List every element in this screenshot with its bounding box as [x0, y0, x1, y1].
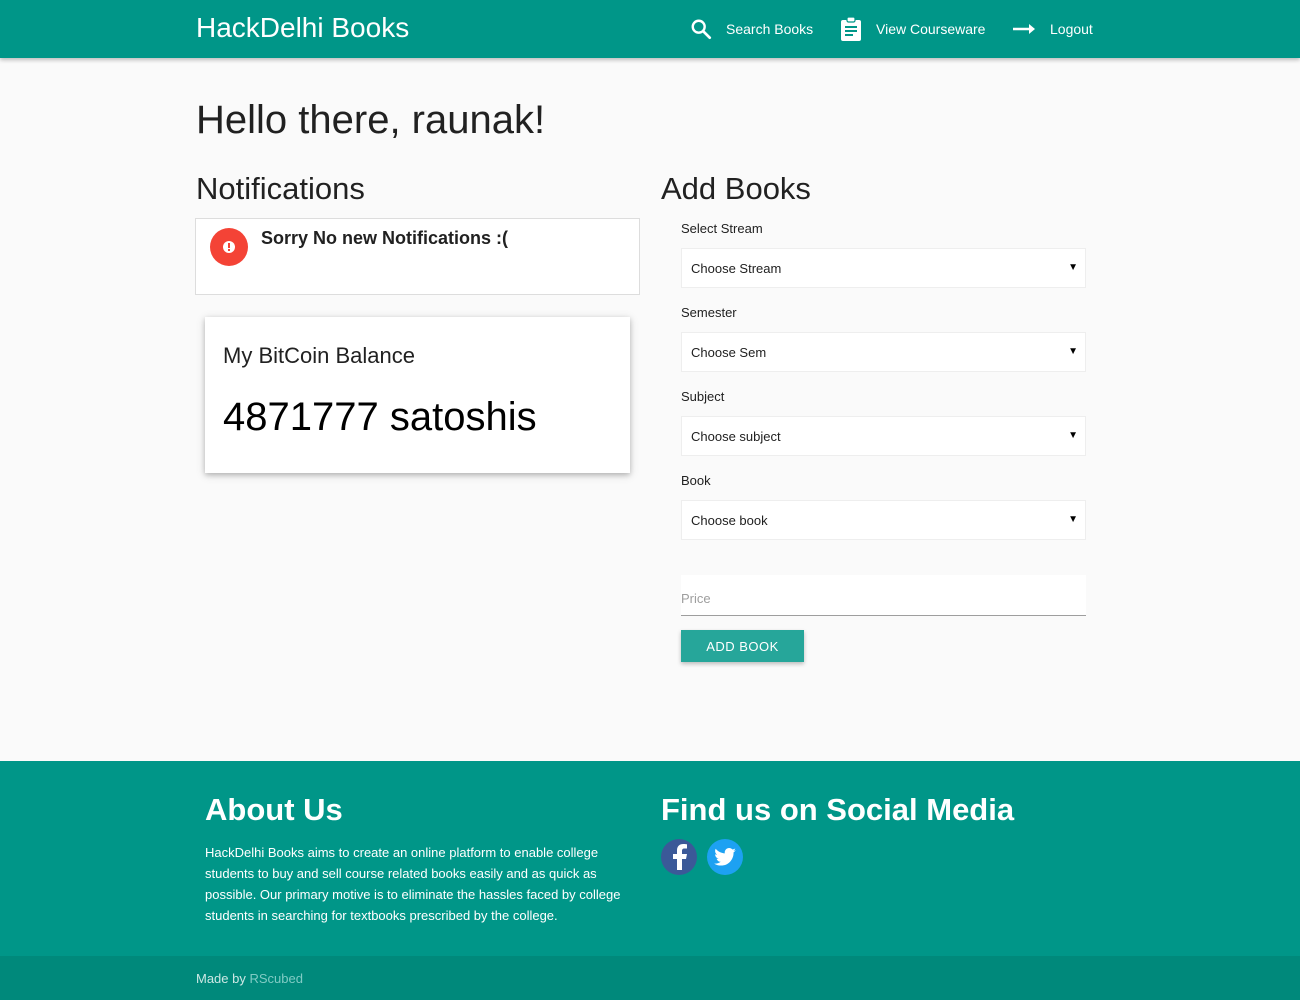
notification-message: Sorry No new Notifications :(	[261, 228, 509, 248]
add-book-button[interactable]: ADD BOOK	[681, 630, 804, 662]
nav-logout[interactable]: Logout	[1012, 0, 1093, 58]
about-text: HackDelhi Books aims to create an online…	[205, 845, 621, 923]
made-by-text: Made by RScubed	[196, 971, 303, 986]
nav-search-books-label: Search Books	[726, 21, 814, 37]
brand-logo[interactable]: HackDelhi Books	[196, 12, 409, 44]
add-books-heading: Add Books	[661, 171, 811, 206]
subject-select[interactable]: Choose subject ▼	[681, 416, 1086, 456]
stream-select[interactable]: Choose Stream ▼	[681, 248, 1086, 288]
book-select-value: Choose book	[691, 512, 768, 528]
book-select[interactable]: Choose book ▼	[681, 500, 1086, 540]
balance-value: 4871777 satoshis	[223, 395, 537, 439]
made-by-prefix: Made by	[196, 971, 246, 986]
nav-search-books[interactable]: Search Books	[690, 0, 813, 58]
stream-select-value: Choose Stream	[691, 260, 782, 276]
stream-label: Select Stream	[681, 221, 763, 236]
greeting-heading: Hello there, raunak!	[196, 98, 546, 142]
search-icon	[690, 18, 712, 40]
twitter-icon[interactable]	[707, 839, 743, 875]
caret-down-icon: ▼	[1068, 514, 1078, 525]
arrow-right-icon	[1012, 22, 1036, 36]
caret-down-icon: ▼	[1068, 346, 1078, 357]
semester-select-value: Choose Sem	[691, 344, 767, 360]
alert-icon	[210, 228, 248, 266]
balance-title: My BitCoin Balance	[223, 343, 415, 368]
semester-select[interactable]: Choose Sem ▼	[681, 332, 1086, 372]
caret-down-icon: ▼	[1068, 430, 1078, 441]
social-heading: Find us on Social Media	[661, 792, 1015, 827]
nav-logout-label: Logout	[1050, 21, 1093, 37]
made-by-link[interactable]: RScubed	[250, 971, 303, 986]
subject-select-value: Choose subject	[691, 428, 781, 444]
about-heading: About Us	[205, 792, 343, 827]
top-navbar: HackDelhi Books Search Books View Course…	[0, 0, 1300, 58]
subject-label: Subject	[681, 389, 725, 404]
book-label: Book	[681, 473, 711, 488]
sub-footer: Made by RScubed	[0, 956, 1300, 1000]
nav-view-courseware[interactable]: View Courseware	[840, 0, 985, 58]
price-input[interactable]	[681, 575, 1086, 616]
semester-label: Semester	[681, 305, 737, 320]
clipboard-icon	[840, 17, 862, 41]
notifications-heading: Notifications	[196, 171, 365, 206]
caret-down-icon: ▼	[1068, 262, 1078, 273]
bitcoin-balance-card: My BitCoin Balance 4871777 satoshis	[205, 317, 630, 473]
nav-view-courseware-label: View Courseware	[876, 21, 986, 37]
facebook-icon[interactable]	[661, 839, 697, 875]
notification-item: Sorry No new Notifications :(	[195, 218, 640, 295]
footer: About Us HackDelhi Books aims to create …	[0, 761, 1300, 956]
